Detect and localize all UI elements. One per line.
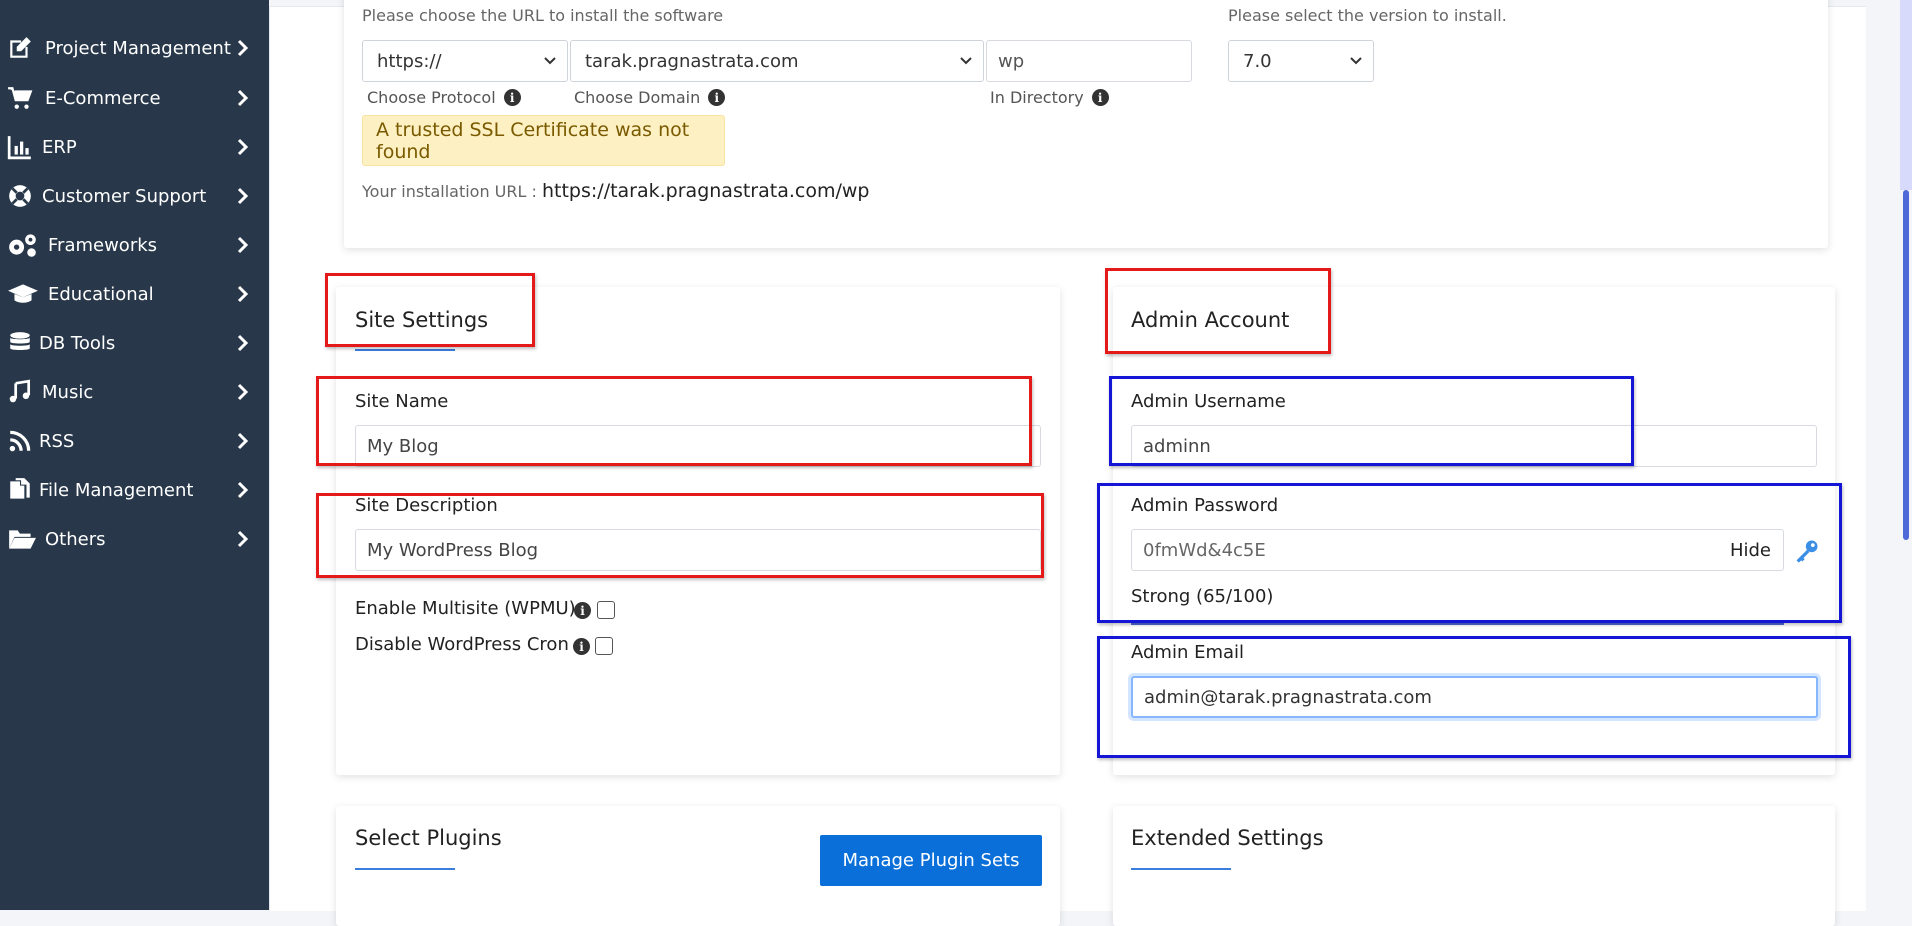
scrollbar-track[interactable] bbox=[1900, 0, 1912, 190]
sidebar-item-label: Customer Support bbox=[42, 185, 207, 207]
annotation-box-red bbox=[316, 376, 1032, 466]
sidebar-item-label: E-Commerce bbox=[45, 87, 161, 109]
database-icon bbox=[6, 329, 34, 357]
multisite-checkbox[interactable] bbox=[597, 601, 615, 619]
sidebar-item-label: ERP bbox=[42, 136, 77, 158]
sidebar-item-project-management[interactable]: Project Management bbox=[0, 26, 269, 70]
sidebar-item-label: File Management bbox=[39, 479, 194, 501]
directory-value: wp bbox=[998, 50, 1025, 72]
sidebar: Project Management E-Commerce ERP Custom… bbox=[0, 0, 269, 910]
extended-settings-card bbox=[1113, 806, 1835, 926]
ssl-alert: A trusted SSL Certificate was not found bbox=[362, 115, 725, 166]
bar-chart-icon bbox=[6, 133, 34, 161]
info-icon[interactable]: i bbox=[573, 638, 590, 655]
chevron-down-icon bbox=[960, 57, 972, 65]
sidebar-item-erp[interactable]: ERP bbox=[0, 125, 269, 169]
sidebar-item-frameworks[interactable]: Frameworks bbox=[0, 223, 269, 267]
version-select[interactable]: 7.0 bbox=[1228, 40, 1374, 82]
annotation-box-blue bbox=[1097, 483, 1842, 623]
select-plugins-title: Select Plugins bbox=[355, 826, 502, 850]
title-underline bbox=[355, 349, 455, 351]
install-url-label: Your installation URL : bbox=[362, 182, 537, 201]
version-hint: Please select the version to install. bbox=[1228, 6, 1507, 25]
sidebar-item-file-management[interactable]: File Management bbox=[0, 468, 269, 512]
chevron-right-icon bbox=[237, 89, 249, 107]
annotation-box-red bbox=[1105, 268, 1331, 354]
multisite-label: Enable Multisite (WPMU) bbox=[355, 598, 576, 619]
chevron-right-icon bbox=[237, 236, 249, 254]
chevron-right-icon bbox=[237, 138, 249, 156]
info-icon[interactable]: i bbox=[708, 89, 726, 106]
graduation-cap-icon bbox=[6, 280, 40, 308]
lifebuoy-icon bbox=[6, 182, 34, 210]
rss-icon bbox=[6, 427, 34, 455]
sidebar-item-label: Music bbox=[42, 381, 94, 403]
chevron-right-icon bbox=[237, 285, 249, 303]
folder-open-icon bbox=[6, 525, 38, 553]
chevron-right-icon bbox=[237, 530, 249, 548]
info-icon[interactable]: i bbox=[503, 89, 521, 106]
cart-icon bbox=[6, 84, 34, 112]
protocol-label: Choose Protocol i bbox=[367, 88, 521, 107]
install-url: https://tarak.pragnastrata.com/wp bbox=[541, 180, 870, 202]
manage-plugin-sets-button[interactable]: Manage Plugin Sets bbox=[820, 835, 1042, 886]
annotation-box-red bbox=[325, 273, 535, 347]
chevron-right-icon bbox=[237, 334, 249, 352]
protocol-value: https:// bbox=[377, 50, 442, 72]
sidebar-item-customer-support[interactable]: Customer Support bbox=[0, 174, 269, 218]
domain-label-text: Choose Domain bbox=[574, 88, 701, 107]
scrollbar[interactable] bbox=[1900, 190, 1912, 540]
chevron-right-icon bbox=[237, 187, 249, 205]
chevron-right-icon bbox=[237, 383, 249, 401]
disable-cron-label: Disable WordPress Cron bbox=[355, 634, 569, 655]
chevron-down-icon bbox=[544, 57, 556, 65]
gears-icon bbox=[6, 231, 40, 259]
chevron-down-icon bbox=[1350, 57, 1362, 65]
edit-icon bbox=[6, 34, 34, 62]
annotation-box-red bbox=[316, 493, 1044, 578]
sidebar-item-label: Others bbox=[45, 528, 106, 550]
directory-label-text: In Directory bbox=[990, 88, 1084, 107]
domain-value: tarak.pragnastrata.com bbox=[585, 50, 799, 72]
partial-menu-item bbox=[6, 0, 266, 6]
protocol-select[interactable]: https:// bbox=[362, 40, 568, 82]
info-icon[interactable]: i bbox=[1091, 89, 1109, 106]
sidebar-item-music[interactable]: Music bbox=[0, 370, 269, 414]
sidebar-item-db-tools[interactable]: DB Tools bbox=[0, 321, 269, 365]
sidebar-item-label: Frameworks bbox=[48, 234, 158, 256]
url-hint: Please choose the URL to install the sof… bbox=[362, 6, 724, 25]
chevron-right-icon bbox=[237, 432, 249, 450]
directory-label: In Directory i bbox=[990, 88, 1109, 107]
sidebar-item-educational[interactable]: Educational bbox=[0, 272, 269, 316]
protocol-label-text: Choose Protocol bbox=[367, 88, 496, 107]
title-underline bbox=[355, 868, 455, 870]
chevron-right-icon bbox=[237, 481, 249, 499]
sidebar-item-label: DB Tools bbox=[39, 332, 116, 354]
sidebar-item-label: Project Management bbox=[45, 37, 231, 59]
chevron-right-icon bbox=[237, 39, 249, 57]
music-icon bbox=[6, 378, 34, 406]
domain-label: Choose Domain i bbox=[574, 88, 726, 107]
sidebar-item-others[interactable]: Others bbox=[0, 517, 269, 561]
domain-select[interactable]: tarak.pragnastrata.com bbox=[570, 40, 984, 82]
annotation-box-blue bbox=[1097, 636, 1851, 758]
sidebar-item-label: RSS bbox=[39, 430, 75, 452]
info-icon[interactable]: i bbox=[574, 602, 591, 619]
disable-cron-checkbox[interactable] bbox=[595, 637, 613, 655]
directory-input[interactable]: wp bbox=[986, 40, 1192, 82]
sidebar-item-e-commerce[interactable]: E-Commerce bbox=[0, 76, 269, 120]
files-icon bbox=[6, 476, 34, 504]
sidebar-item-rss[interactable]: RSS bbox=[0, 419, 269, 463]
version-value: 7.0 bbox=[1243, 50, 1272, 72]
sidebar-item-label: Educational bbox=[48, 283, 154, 305]
title-underline bbox=[1131, 868, 1231, 870]
scrollbar-thumb[interactable] bbox=[1903, 190, 1909, 540]
installation-url-line: Your installation URL : https://tarak.pr… bbox=[362, 180, 869, 202]
extended-settings-title: Extended Settings bbox=[1131, 826, 1324, 850]
annotation-box-blue bbox=[1109, 376, 1634, 466]
